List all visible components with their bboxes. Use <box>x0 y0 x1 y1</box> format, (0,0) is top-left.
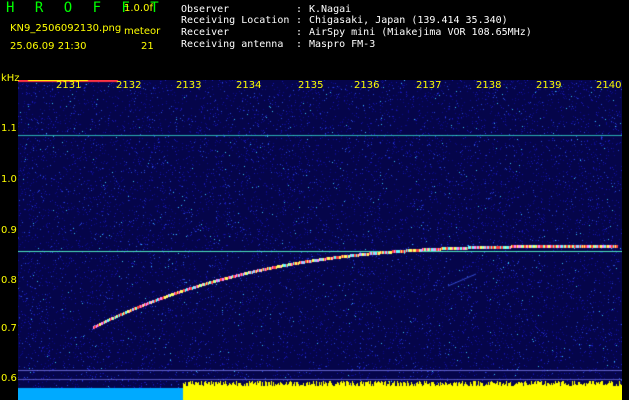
antenna-sep: : <box>296 39 303 50</box>
receiver-key: Receiver <box>181 27 230 38</box>
location-sep: : <box>296 15 303 26</box>
y-tick-label: 1.1 <box>1 123 17 134</box>
observer-key: Observer <box>181 4 230 15</box>
x-tick-label: 2135 <box>298 80 324 91</box>
x-tick-label: 2132 <box>116 80 142 91</box>
x-tick-label: 2136 <box>354 80 380 91</box>
y-unit-label: kHz <box>1 73 20 84</box>
location-value: Chigasaki, Japan (139.414 35.340) <box>309 15 508 26</box>
header-panel: H R O F F T 1.0.0f KN9_2506092130.png me… <box>0 0 629 78</box>
filename-label: KN9_2506092130.png <box>10 23 122 34</box>
x-tick-label: 2139 <box>536 80 562 91</box>
x-tick-label: 2133 <box>176 80 202 91</box>
location-key: Receiving Location <box>181 15 290 26</box>
x-tick-label: 2134 <box>236 80 262 91</box>
y-tick-label: 1.0 <box>1 174 17 185</box>
antenna-value: Maspro FM-3 <box>309 39 376 50</box>
version-label: 1.0.0f <box>124 3 153 14</box>
x-tick-label: 2131 <box>56 80 82 91</box>
y-tick-label: 0.8 <box>1 275 17 286</box>
x-tick-label: 2138 <box>476 80 502 91</box>
x-tick-label: 2140 <box>596 80 622 91</box>
y-tick-label: 0.6 <box>1 373 17 384</box>
datetime-label: 25.06.09 21:30 <box>10 41 87 52</box>
receiver-sep: : <box>296 27 303 38</box>
y-tick-label: 0.7 <box>1 323 17 334</box>
meteor-count: 21 <box>141 41 154 52</box>
spectrogram-canvas[interactable] <box>18 80 622 400</box>
receiver-value: AirSpy mini (Miakejima VOR 108.65MHz) <box>309 27 532 38</box>
method-label: meteor <box>124 26 161 37</box>
y-tick-label: 0.9 <box>1 225 17 236</box>
observer-sep: : <box>296 4 303 15</box>
antenna-key: Receiving antenna <box>181 39 284 50</box>
x-tick-label: 2137 <box>416 80 442 91</box>
observer-value: K.Nagai <box>309 4 352 15</box>
